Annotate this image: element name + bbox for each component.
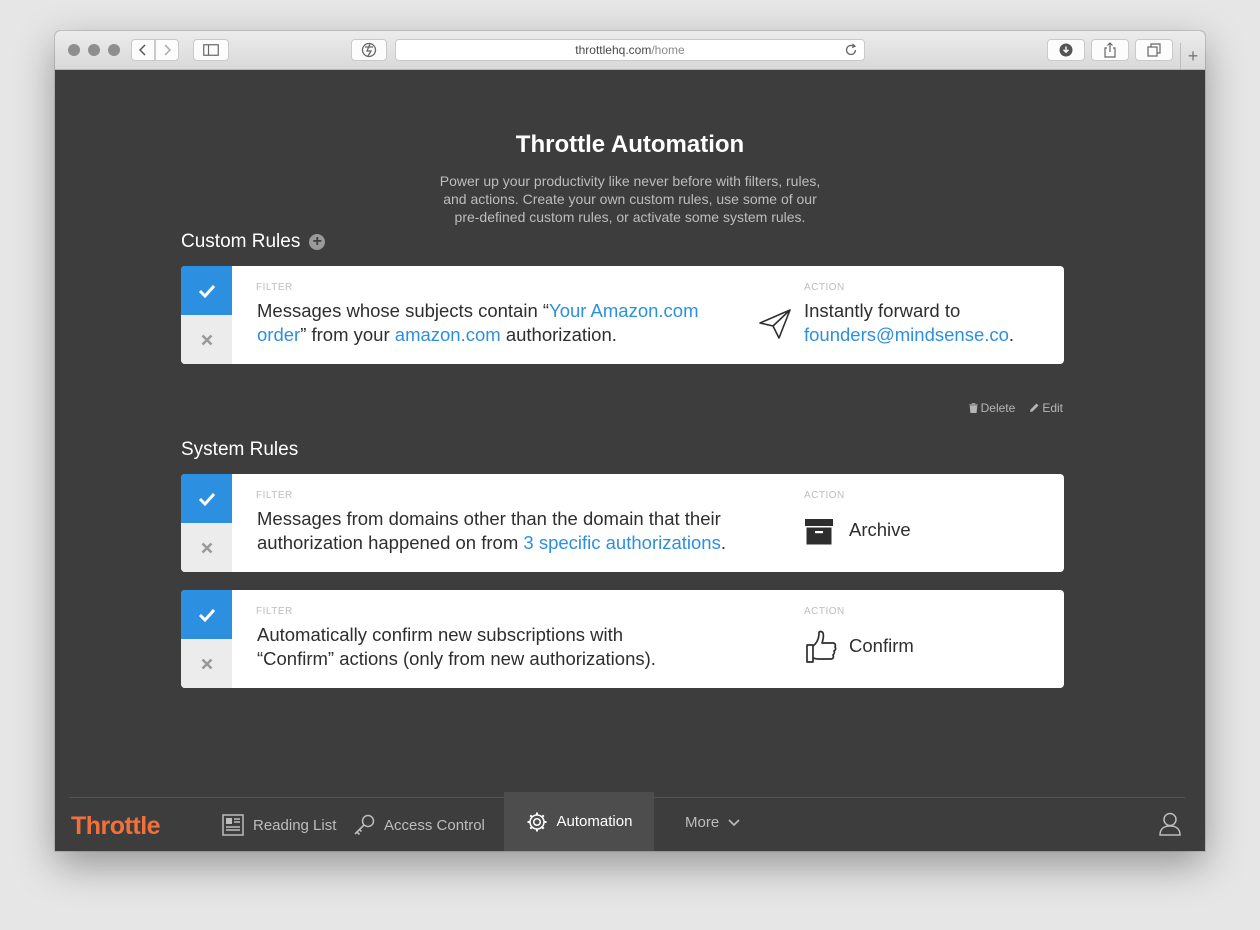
checkmark-icon [198, 608, 215, 622]
url-path: /home [651, 43, 685, 57]
forward-button[interactable] [155, 39, 179, 61]
action-description: Instantly forward to founders@mindsense.c… [804, 299, 1014, 347]
filter-description: Automatically confirm new subscriptions … [257, 624, 656, 669]
address-bar[interactable]: throttlehq.com/home [395, 39, 865, 61]
page-content: Throttle Automation Power up your produc… [55, 70, 1205, 851]
reload-icon[interactable] [844, 43, 858, 57]
rule-card-actions: Delete Edit [968, 401, 1063, 415]
pencil-icon [1030, 403, 1039, 412]
action-label: ACTION [804, 282, 845, 293]
browser-toolbar: throttlehq.com/home + [55, 31, 1205, 70]
paper-plane-icon [759, 309, 791, 339]
key-icon [354, 814, 375, 836]
system-rule-card: FILTER Messages from domains other than … [181, 474, 1064, 572]
downloads-button[interactable] [1047, 39, 1085, 61]
new-tab-button[interactable]: + [1180, 43, 1205, 69]
delete-label: Delete [980, 401, 1016, 415]
chevron-down-icon [728, 818, 740, 826]
enable-rule-button[interactable] [181, 266, 232, 315]
enable-rule-button[interactable] [181, 590, 232, 639]
chevron-right-icon [164, 44, 171, 56]
action-text: Instantly forward to [804, 300, 961, 321]
action-label: ACTION [804, 606, 845, 617]
throttle-favicon-icon [361, 42, 377, 58]
close-window-button[interactable] [68, 44, 80, 56]
filter-label: FILTER [256, 606, 293, 617]
authorization-link[interactable]: amazon.com [395, 324, 501, 345]
filter-description: Messages from domains other than the dom… [257, 507, 757, 555]
tabs-overview-button[interactable] [1135, 39, 1173, 61]
disable-rule-button[interactable] [181, 523, 232, 572]
delete-rule-button[interactable]: Delete [968, 401, 1016, 415]
browser-window: throttlehq.com/home + Throttle Automatio… [55, 31, 1205, 851]
x-icon [201, 334, 212, 345]
nav-access-control[interactable]: Access Control [353, 814, 485, 836]
action-description: Confirm [849, 635, 914, 656]
filter-text-part: ” from your [300, 324, 395, 345]
sidebar-toggle-button[interactable] [193, 39, 229, 61]
download-icon [1059, 43, 1073, 57]
newspaper-icon [222, 814, 244, 836]
tabs-icon [1147, 43, 1161, 57]
system-rule-card: FILTER Automatically confirm new subscri… [181, 590, 1064, 688]
system-rules-heading: System Rules [181, 439, 298, 461]
filter-text-part: . [720, 532, 726, 553]
authorizations-link[interactable]: 3 specific authorizations [523, 532, 720, 553]
add-rule-icon[interactable]: + [309, 234, 326, 250]
disable-rule-button[interactable] [181, 639, 232, 688]
thumbs-up-icon [806, 630, 837, 663]
share-icon [1104, 42, 1116, 58]
filter-label: FILTER [256, 282, 293, 293]
enable-rule-button[interactable] [181, 474, 232, 523]
action-description: Archive [849, 519, 911, 540]
user-icon[interactable] [1159, 812, 1181, 836]
checkmark-icon [198, 492, 215, 506]
minimize-window-button[interactable] [88, 44, 100, 56]
url-host: throttlehq.com [575, 43, 652, 57]
filter-label: FILTER [256, 490, 293, 501]
filter-description: Messages whose subjects contain “Your Am… [257, 299, 737, 347]
filter-text-part: authorization. [500, 324, 617, 345]
checkmark-icon [198, 284, 215, 298]
logo-text: Throttle [71, 812, 161, 840]
x-icon [201, 658, 212, 669]
zoom-window-button[interactable] [108, 44, 120, 56]
nav-label: Reading List [253, 816, 337, 834]
x-icon [201, 542, 212, 553]
forward-email-link[interactable]: founders@mindsense.co [804, 324, 1009, 345]
back-button[interactable] [131, 39, 155, 61]
filter-text-part: Messages whose subjects contain “ [257, 300, 550, 321]
custom-rule-card: FILTER Messages whose subjects contain “… [181, 266, 1064, 364]
nav-automation[interactable]: Automation [504, 792, 654, 851]
nav-label: Access Control [384, 816, 485, 834]
action-text-part: . [1008, 324, 1015, 345]
edit-rule-button[interactable]: Edit [1029, 401, 1063, 415]
bottom-nav: Throttle Reading List Access Control Aut… [55, 776, 1205, 851]
throttle-logo[interactable]: Throttle [71, 812, 161, 841]
page-intro: Power up your productivity like never be… [439, 173, 821, 225]
disable-rule-button[interactable] [181, 315, 232, 364]
sidebar-icon [203, 44, 219, 56]
action-label: ACTION [804, 490, 845, 501]
gear-icon [527, 812, 547, 831]
archive-box-icon [805, 519, 833, 545]
site-icon-button[interactable] [351, 39, 387, 61]
nav-label: Automation [556, 813, 633, 830]
chevron-left-icon [139, 44, 146, 56]
page-title: Throttle Automation [515, 131, 745, 158]
custom-rules-title: Custom Rules [181, 231, 301, 252]
share-button[interactable] [1091, 39, 1129, 61]
trash-icon [968, 403, 978, 413]
nav-more[interactable]: More [685, 814, 740, 831]
edit-label: Edit [1042, 401, 1063, 415]
system-rules-title: System Rules [181, 439, 299, 460]
nav-label: More [685, 814, 720, 831]
nav-reading-list[interactable]: Reading List [222, 814, 336, 836]
custom-rules-heading: Custom Rules + [181, 231, 326, 253]
